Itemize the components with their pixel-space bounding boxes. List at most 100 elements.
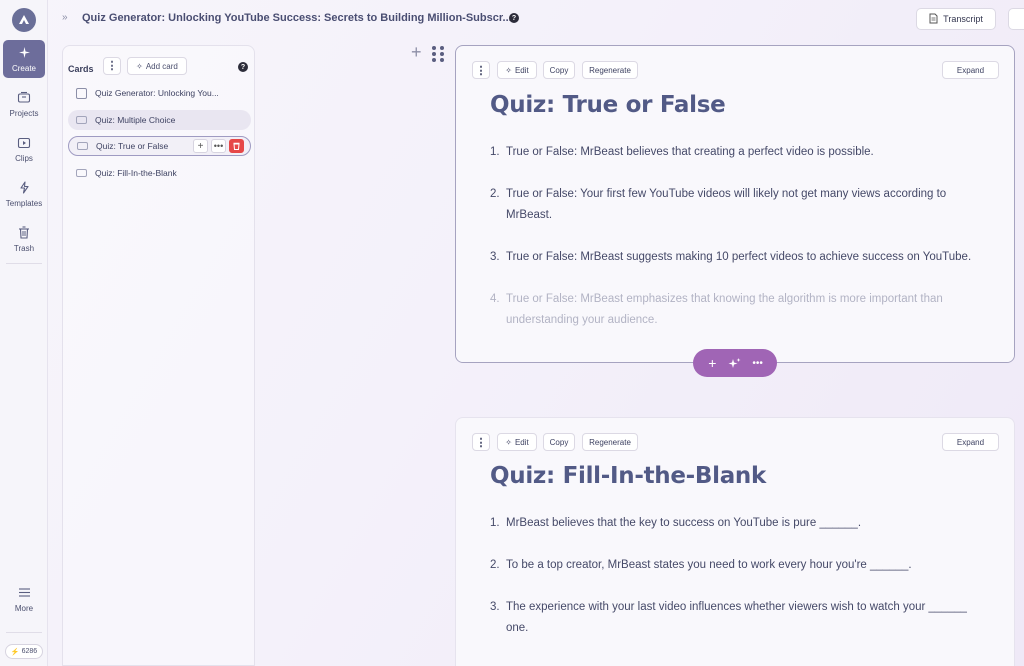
rail-item-label: Create bbox=[11, 63, 36, 73]
question-list: 1. True or False: MrBeast believes that … bbox=[490, 142, 980, 352]
kebab-icon: ⋮ bbox=[475, 436, 487, 449]
help-icon[interactable]: ? bbox=[509, 13, 519, 23]
regenerate-button[interactable]: Regenerate bbox=[582, 61, 638, 79]
card-menu-button[interactable]: ⋮ bbox=[472, 61, 490, 79]
card-icon bbox=[76, 169, 87, 177]
add-icon[interactable]: + bbox=[702, 353, 722, 373]
copy-button[interactable]: Copy bbox=[543, 61, 575, 79]
card-item-label: Quiz: Fill-In-the-Blank bbox=[95, 168, 177, 178]
page-title: Quiz Generator: Unlocking YouTube Succes… bbox=[82, 12, 512, 24]
rail-item-create[interactable]: Create bbox=[3, 40, 45, 78]
add-icon[interactable]: + bbox=[193, 139, 208, 153]
cards-menu-button[interactable]: ⋮ bbox=[103, 57, 121, 75]
rail-item-label: More bbox=[14, 603, 34, 613]
drag-handle-icon[interactable] bbox=[431, 45, 445, 63]
header-extra-button[interactable] bbox=[1008, 8, 1024, 30]
question-number: 3. bbox=[490, 251, 500, 263]
question-text: True or False: Your first few YouTube vi… bbox=[506, 188, 947, 221]
list-item: 2. True or False: Your first few YouTube… bbox=[490, 184, 980, 226]
more-icon[interactable]: ••• bbox=[211, 139, 226, 153]
add-card-button[interactable]: ✧ Add card bbox=[127, 57, 187, 75]
card-item-label: Quiz: True or False bbox=[96, 141, 169, 151]
more-icon[interactable]: ••• bbox=[748, 353, 768, 373]
add-card-label: Add card bbox=[145, 61, 178, 71]
expand-button[interactable]: Expand bbox=[942, 61, 999, 79]
quiz-card-true-false: ⋮ ✧ Edit Copy Regenerate Expand Quiz: Tr… bbox=[455, 45, 1015, 363]
card-icon bbox=[77, 142, 88, 150]
edit-label: Edit bbox=[514, 437, 529, 447]
sparkle-icon[interactable] bbox=[725, 353, 745, 373]
question-number: 2. bbox=[490, 559, 500, 571]
edit-label: Edit bbox=[514, 65, 529, 75]
rail-item-projects[interactable]: Projects bbox=[3, 85, 45, 123]
question-text: The experience with your last video infl… bbox=[506, 601, 967, 634]
rail-item-clips[interactable]: Clips bbox=[3, 130, 45, 168]
rail-divider bbox=[6, 263, 42, 264]
card-item[interactable]: Quiz: Fill-In-the-Blank bbox=[68, 163, 251, 183]
card-item-label: Quiz: Multiple Choice bbox=[95, 115, 176, 125]
trash-icon bbox=[17, 226, 31, 240]
left-rail: Create Projects Clips Templates Trash Mo… bbox=[0, 0, 48, 666]
transcript-label: Transcript bbox=[943, 14, 983, 24]
transcript-button[interactable]: Transcript bbox=[916, 8, 996, 30]
list-item: 1. MrBeast believes that the key to succ… bbox=[490, 513, 980, 534]
rail-item-trash[interactable]: Trash bbox=[3, 220, 45, 258]
rail-item-label: Projects bbox=[9, 108, 39, 118]
quiz-card-fill-in-blank: ⋮ ✧ Edit Copy Regenerate Expand Quiz: Fi… bbox=[455, 417, 1015, 666]
edit-button[interactable]: ✧ Edit bbox=[497, 433, 537, 451]
rail-item-label: Templates bbox=[5, 198, 43, 208]
expand-sidebar-icon[interactable]: » bbox=[62, 12, 68, 23]
card-item-selected[interactable]: Quiz: True or False + ••• bbox=[68, 136, 251, 156]
question-number: 1. bbox=[490, 146, 500, 158]
list-item: 2. To be a top creator, MrBeast states y… bbox=[490, 555, 980, 576]
add-block-icon[interactable]: + bbox=[411, 42, 422, 63]
rail-divider bbox=[6, 632, 42, 633]
question-number: 3. bbox=[490, 601, 500, 613]
menu-icon bbox=[17, 586, 31, 600]
question-text: To be a top creator, MrBeast states you … bbox=[506, 559, 912, 571]
credits-count: 6286 bbox=[21, 648, 38, 655]
sparkle-icon: ✧ bbox=[505, 437, 512, 447]
question-number: 1. bbox=[490, 517, 500, 529]
delete-icon[interactable] bbox=[229, 139, 244, 153]
templates-icon bbox=[17, 181, 31, 195]
rail-item-label: Trash bbox=[13, 243, 35, 253]
card-item-label: Quiz Generator: Unlocking You... bbox=[95, 88, 219, 98]
card-menu-button[interactable]: ⋮ bbox=[472, 433, 490, 451]
card-item[interactable]: Quiz: Multiple Choice bbox=[68, 110, 251, 130]
card-item[interactable]: Quiz Generator: Unlocking You... bbox=[68, 83, 251, 103]
edit-button[interactable]: ✧ Edit bbox=[497, 61, 537, 79]
copy-button[interactable]: Copy bbox=[543, 433, 575, 451]
sparkle-icon bbox=[17, 46, 31, 60]
list-item: 3. The experience with your last video i… bbox=[490, 597, 980, 639]
sparkle-icon: ✧ bbox=[505, 65, 512, 75]
help-icon[interactable]: ? bbox=[238, 62, 248, 72]
card-floating-toolbar: + ••• bbox=[693, 349, 777, 377]
cards-heading: Cards bbox=[68, 64, 94, 74]
question-list: 1. MrBeast believes that the key to succ… bbox=[490, 513, 980, 660]
rail-item-templates[interactable]: Templates bbox=[3, 175, 45, 213]
card-title: Quiz: True or False bbox=[490, 92, 726, 118]
projects-icon bbox=[17, 91, 31, 105]
question-text: True or False: MrBeast suggests making 1… bbox=[506, 251, 972, 263]
app-logo-icon[interactable] bbox=[12, 8, 36, 32]
kebab-icon: ⋮ bbox=[106, 59, 118, 72]
generator-icon bbox=[76, 87, 87, 99]
question-number: 2. bbox=[490, 188, 500, 200]
expand-button[interactable]: Expand bbox=[942, 433, 999, 451]
question-text: True or False: MrBeast believes that cre… bbox=[506, 146, 874, 158]
kebab-icon: ⋮ bbox=[475, 64, 487, 77]
sparkle-icon: ✧ bbox=[136, 61, 143, 71]
document-icon bbox=[929, 13, 938, 26]
list-item: 1. True or False: MrBeast believes that … bbox=[490, 142, 980, 163]
regenerate-button[interactable]: Regenerate bbox=[582, 433, 638, 451]
cards-panel: Cards ⋮ ✧ Add card ? Quiz Generator: Unl… bbox=[62, 45, 255, 666]
credits-badge[interactable]: ⚡ 6286 bbox=[5, 644, 43, 659]
rail-item-more[interactable]: More bbox=[3, 580, 45, 618]
card-item-actions: + ••• bbox=[193, 139, 244, 153]
card-title: Quiz: Fill-In-the-Blank bbox=[490, 463, 767, 489]
clips-icon bbox=[17, 136, 31, 150]
list-item: 3. True or False: MrBeast suggests makin… bbox=[490, 247, 980, 268]
rail-item-label: Clips bbox=[15, 153, 33, 163]
question-text: MrBeast believes that the key to success… bbox=[506, 517, 862, 529]
